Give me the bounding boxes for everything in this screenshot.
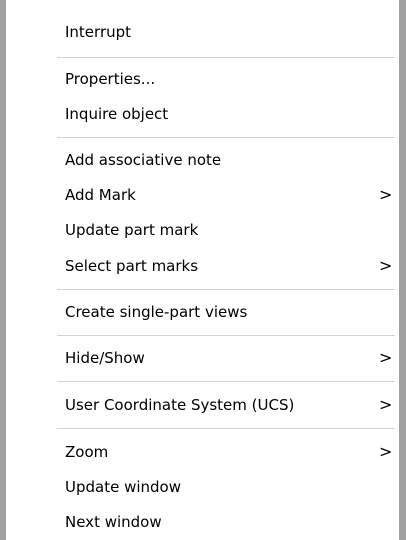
menu-item-label: User Coordinate System (UCS) xyxy=(65,396,295,414)
menu-item-select-part-marks[interactable]: Select part marks > xyxy=(6,248,399,284)
menu-item-label: Interrupt xyxy=(65,23,132,41)
chevron-right-icon: > xyxy=(379,395,393,414)
menu-item-label: Zoom xyxy=(65,443,109,461)
menu-item-label: Hide/Show xyxy=(65,349,145,367)
menu-separator xyxy=(57,137,395,138)
chevron-right-icon: > xyxy=(379,348,393,367)
menu-item-inquire-object[interactable]: Inquire object xyxy=(6,96,399,132)
menu-item-update-part-mark[interactable]: Update part mark xyxy=(6,212,399,248)
menu-item-label: Inquire object xyxy=(65,105,169,123)
menu-item-add-associative-note[interactable]: Add associative note xyxy=(6,142,399,178)
menu-item-label: Next window xyxy=(65,513,162,531)
chevron-right-icon: > xyxy=(379,185,393,204)
menu-separator xyxy=(57,289,395,290)
menu-separator xyxy=(57,335,395,336)
menu-item-label: Create single-part views xyxy=(65,303,248,321)
chevron-right-icon: > xyxy=(379,442,393,461)
menu-item-hide-show[interactable]: Hide/Show > xyxy=(6,340,399,376)
menu-item-next-window[interactable]: Next window xyxy=(6,504,399,540)
menu-item-label: Add associative note xyxy=(65,151,222,169)
menu-item-interrupt[interactable]: Interrupt xyxy=(6,14,399,50)
menu-item-create-single-part-views[interactable]: Create single-part views xyxy=(6,294,399,330)
menu-separator xyxy=(57,57,395,58)
menu-item-properties[interactable]: Properties... xyxy=(6,61,399,97)
menu-item-label: Add Mark xyxy=(65,186,136,204)
context-menu: Interrupt Properties... Inquire object A… xyxy=(0,0,406,540)
menu-item-label: Select part marks xyxy=(65,257,199,275)
menu-item-update-window[interactable]: Update window xyxy=(6,469,399,505)
menu-item-zoom[interactable]: Zoom > xyxy=(6,434,399,470)
menu-item-user-coordinate-system[interactable]: User Coordinate System (UCS) > xyxy=(6,387,399,423)
menu-item-label: Properties... xyxy=(65,70,156,88)
menu-separator xyxy=(57,428,395,429)
chevron-right-icon: > xyxy=(379,256,393,275)
menu-item-label: Update part mark xyxy=(65,221,199,239)
menu-item-add-mark[interactable]: Add Mark > xyxy=(6,177,399,213)
menu-item-label: Update window xyxy=(65,478,182,496)
menu-separator xyxy=(57,381,395,382)
